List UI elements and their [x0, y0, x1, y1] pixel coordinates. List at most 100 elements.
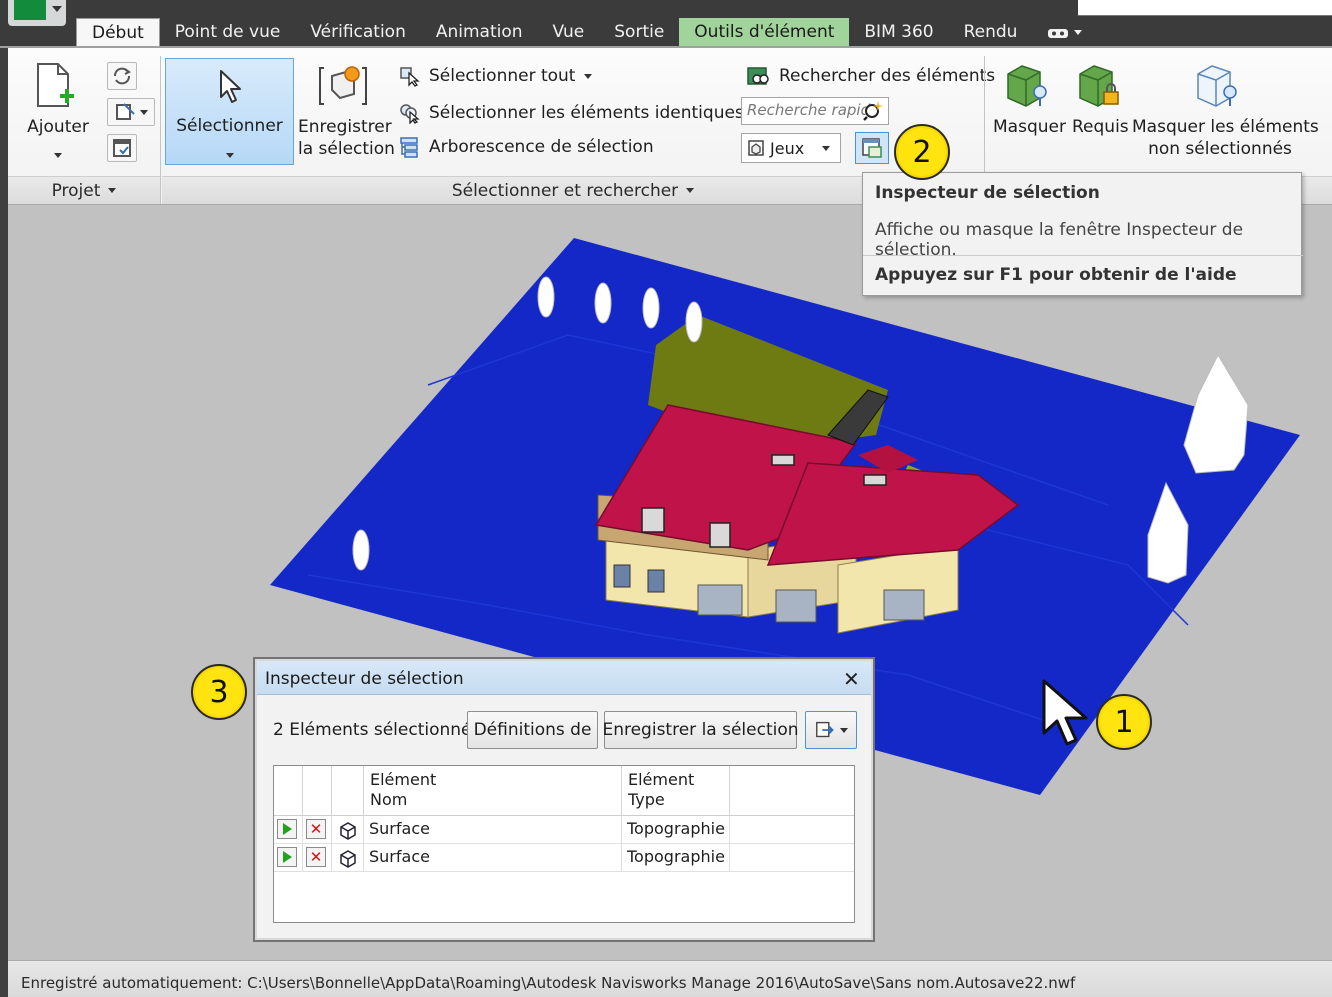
hide-unselected-button[interactable]: Masquer les éléments non sélectionnés	[1132, 116, 1319, 160]
selection-table: Elément Nom Elément Type ✕ Surface Topog…	[273, 765, 855, 923]
item-name: Surface	[364, 816, 622, 844]
find-items-button[interactable]: Rechercher des éléments	[746, 65, 995, 87]
callout-3: 3	[191, 664, 247, 720]
tooltip: Inspecteur de sélection Affiche ou masqu…	[862, 172, 1303, 296]
tab-5[interactable]: Sortie	[599, 18, 679, 47]
divider	[863, 255, 1303, 256]
chevron-down-icon	[54, 143, 62, 162]
select-search-panel-title[interactable]: Sélectionner et rechercher	[162, 176, 984, 204]
select-same-label: Sélectionner les éléments identiques	[429, 103, 744, 123]
refresh-button[interactable]	[107, 62, 137, 90]
add-button[interactable]: Ajouter	[26, 116, 90, 138]
save-selection-icon	[318, 62, 368, 112]
tab-6[interactable]: Outils d'élément	[679, 18, 850, 47]
deselect-cell[interactable]: ✕	[303, 816, 332, 844]
binoculars-icon	[747, 67, 769, 85]
file-options-icon	[113, 139, 131, 157]
select-all-icon	[400, 67, 420, 87]
file-options-button[interactable]	[107, 134, 137, 162]
hide-unselected-label-2: non sélectionnés	[1148, 139, 1292, 159]
chevron-down-icon	[1074, 30, 1083, 35]
sets-icon	[748, 140, 764, 156]
chevron-down-icon	[840, 727, 848, 733]
focus-cell[interactable]	[274, 844, 303, 872]
column-header-line: Elément	[628, 770, 695, 789]
tooltip-help: Appuyez sur F1 pour obtenir de l'aide	[875, 265, 1237, 285]
item-icon-cell	[332, 844, 364, 872]
table-header	[332, 766, 364, 816]
quick-properties-button[interactable]: Définitions de	[467, 711, 598, 749]
save-selection-label-2: la sélection	[298, 139, 395, 159]
tab-0[interactable]: Début	[76, 18, 160, 47]
selected-count: 2 Eléments sélectionnés	[273, 720, 481, 740]
project-panel-title[interactable]: Projet	[8, 176, 160, 204]
close-icon[interactable]: ✕	[843, 667, 860, 691]
ribbon-tabs: Début Point de vue Vérification Animation Vu…	[76, 18, 1097, 47]
select-all-button[interactable]: Sélectionner tout	[398, 65, 593, 87]
tab-4[interactable]: Vue	[538, 18, 600, 47]
glasses-icon	[1048, 28, 1069, 38]
selection-tree-icon	[400, 137, 418, 158]
geometry-icon	[340, 822, 356, 840]
remove-icon[interactable]: ✕	[306, 847, 326, 867]
hide-unselected-label-1: Masquer les éléments	[1132, 117, 1319, 137]
selection-tree-label: Arborescence de sélection	[429, 137, 654, 157]
hide-button[interactable]: Masquer	[993, 117, 1066, 137]
tab-2[interactable]: Vérification	[295, 18, 421, 47]
remove-icon[interactable]: ✕	[306, 819, 326, 839]
item-type: Topographie	[622, 844, 730, 872]
item-name: Surface	[364, 844, 622, 872]
tooltip-body: Affiche ou masque la fenêtre Inspecteur …	[875, 220, 1244, 260]
selection-inspector-window: Inspecteur de sélection ✕ 2 Eléments sél…	[253, 657, 875, 942]
status-text: Enregistré automatiquement: C:\Users\Bon…	[21, 974, 1076, 992]
select-button-label: Sélectionner	[176, 116, 283, 136]
status-bar: Enregistré automatiquement: C:\Users\Bon…	[8, 960, 1332, 997]
table-row[interactable]: ✕ Surface Topographie	[274, 816, 854, 844]
tab-extra-menu[interactable]	[1032, 18, 1097, 47]
export-menu-button[interactable]	[805, 711, 857, 749]
tab-7[interactable]: BIM 360	[849, 18, 948, 47]
tab-1[interactable]: Point de vue	[160, 18, 296, 47]
save-selection-button[interactable]: Enregistrer la sélection	[298, 116, 395, 160]
column-header-line: Nom	[370, 790, 408, 809]
select-same-button[interactable]: Sélectionner les éléments identiques	[398, 102, 761, 124]
quick-find-search-icon[interactable]	[862, 99, 886, 127]
window-frame	[0, 48, 8, 997]
add-file-icon	[30, 62, 76, 114]
reset-all-button[interactable]	[107, 98, 155, 126]
tab-3[interactable]: Animation	[421, 18, 538, 47]
require-button[interactable]: Requis	[1072, 117, 1129, 137]
item-type: Topographie	[622, 816, 730, 844]
deselect-cell[interactable]: ✕	[303, 844, 332, 872]
chevron-down-icon	[226, 143, 234, 162]
selection-inspector-icon	[862, 138, 882, 158]
title-bar-area	[1078, 0, 1332, 16]
sets-dropdown[interactable]: Jeux	[741, 133, 841, 163]
require-icon	[1076, 62, 1122, 116]
select-search-panel-label: Sélectionner et rechercher	[451, 180, 679, 201]
select-button[interactable]: Sélectionner	[165, 58, 294, 165]
table-header	[303, 766, 332, 816]
sets-dropdown-label: Jeux	[770, 138, 805, 158]
geometry-icon	[340, 850, 356, 868]
add-button-label: Ajouter	[27, 117, 89, 137]
play-icon[interactable]	[277, 847, 297, 867]
dialog-title-bar[interactable]: Inspecteur de sélection ✕	[257, 661, 871, 695]
play-icon[interactable]	[277, 819, 297, 839]
column-header-type[interactable]: Elément Type	[622, 766, 730, 816]
find-items-label: Rechercher des éléments	[779, 66, 996, 86]
hide-unselected-icon	[1194, 62, 1240, 116]
table-header	[274, 766, 303, 816]
select-all-label: Sélectionner tout	[429, 66, 576, 86]
refresh-icon	[114, 67, 131, 85]
item-icon-cell	[332, 816, 364, 844]
divider	[160, 56, 161, 204]
tooltip-title: Inspecteur de sélection	[875, 183, 1100, 203]
save-selection-dialog-button[interactable]: Enregistrer la sélection	[602, 711, 799, 749]
table-row[interactable]: ✕ Surface Topographie	[274, 844, 854, 872]
column-header-name[interactable]: Elément Nom	[364, 766, 622, 816]
focus-cell[interactable]	[274, 816, 303, 844]
selection-tree-button[interactable]: Arborescence de sélection	[398, 136, 654, 158]
tab-8[interactable]: Rendu	[949, 18, 1033, 47]
selection-inspector-button[interactable]	[855, 132, 889, 164]
